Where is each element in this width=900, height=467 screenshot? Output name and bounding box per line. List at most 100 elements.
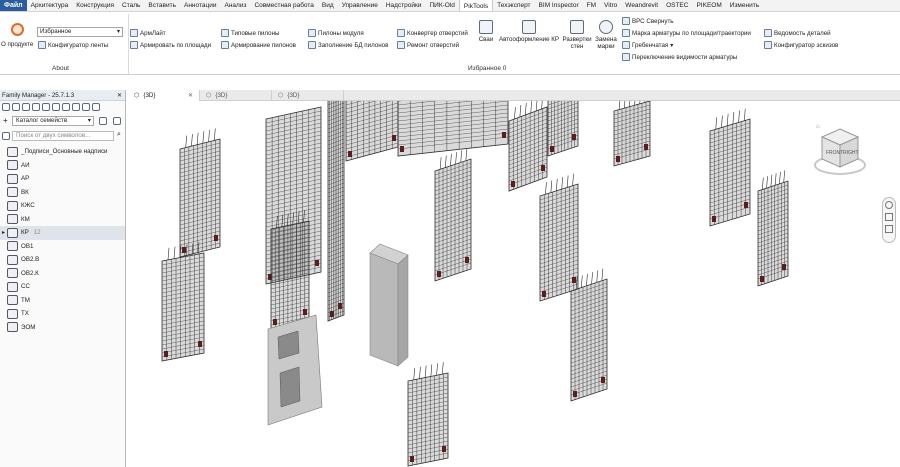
new-icon[interactable] — [2, 102, 10, 111]
fill-db-button[interactable]: Заполнение БД пилонов — [308, 41, 388, 49]
rebar-element — [550, 180, 553, 193]
list-item[interactable]: ОВ1 — [0, 240, 125, 254]
view-tab[interactable]: ⬡ {3D} — [272, 90, 344, 101]
rebar-element — [744, 202, 748, 208]
home-icon[interactable]: ⌂ — [816, 124, 820, 130]
parts-list-button[interactable]: Ведомость деталей — [764, 29, 831, 37]
edit-icon[interactable] — [99, 117, 107, 125]
toggle-visibility-button[interactable]: Переключение видимости арматуры — [622, 53, 737, 61]
piles-button[interactable]: Сваи — [476, 20, 496, 43]
search-input[interactable]: Поиск от двух символов... — [12, 131, 114, 141]
rebar-panel — [434, 148, 472, 282]
menu-tab-19[interactable]: Изменить — [726, 0, 763, 11]
menu-tab-4[interactable]: Аннотации — [180, 0, 221, 11]
menu-tab-9[interactable]: Надстройки — [382, 0, 426, 11]
replace-marks-button[interactable]: Замена марки — [593, 20, 619, 50]
menu-tab-17[interactable]: OSTEC — [662, 0, 692, 11]
armlight-button[interactable]: АрмЛайт — [130, 29, 166, 37]
rebar-element — [545, 182, 547, 195]
typical-pylons-button[interactable]: Типовые пилоны — [221, 29, 279, 37]
menu-tab-3[interactable]: Вставить — [144, 0, 180, 11]
menu-tab-6[interactable]: Совместная работа — [250, 0, 317, 11]
catalog-select[interactable]: Каталог семейств ▾ — [12, 116, 94, 126]
menu-tab-11[interactable]: PikTools — [458, 0, 494, 11]
list-item[interactable]: ЭОМ — [0, 321, 125, 335]
list-item[interactable]: КЖС — [0, 199, 125, 213]
repair-openings-button[interactable]: Ремонт отверстий — [397, 41, 459, 49]
comb-dropdown[interactable]: Гребенчатая ▾ — [622, 41, 673, 49]
refresh-icon[interactable] — [62, 102, 70, 111]
sketch-config-button[interactable]: Конфигуратор эскизов — [764, 41, 838, 49]
user-icon[interactable] — [42, 102, 50, 111]
sync-icon[interactable] — [52, 102, 60, 111]
menu-tab-15[interactable]: Vitro — [600, 0, 621, 11]
rebar-element — [618, 101, 621, 110]
menu-tab-13[interactable]: BIM Inspector — [535, 0, 583, 11]
list-item[interactable]: АИ — [0, 159, 125, 173]
vrs-collapse-button[interactable]: ВРС Свернуть — [622, 17, 674, 25]
menu-tab-16[interactable]: Weandrevit — [621, 0, 662, 11]
rebar-element — [530, 101, 533, 114]
list-item[interactable]: ТМ — [0, 294, 125, 308]
arm-pylons-button[interactable]: Армирование пилонов — [221, 41, 296, 49]
rebar-element — [167, 247, 170, 260]
menu-tab-2[interactable]: Сталь — [118, 0, 144, 11]
pan-icon[interactable] — [885, 225, 893, 233]
list-item[interactable]: ВК — [0, 186, 125, 200]
wheel-icon[interactable] — [885, 201, 893, 209]
list-item[interactable]: СС — [0, 280, 125, 294]
filter-icon[interactable] — [2, 132, 10, 140]
autoformat-button[interactable]: Автооформление КР — [497, 20, 561, 43]
menu-tab-14[interactable]: FM — [583, 0, 600, 11]
zoom-icon[interactable] — [885, 213, 893, 221]
close-icon[interactable]: ✕ — [188, 92, 193, 99]
unfold-walls-button[interactable]: Развертки стен — [562, 20, 592, 50]
load-icon[interactable] — [22, 102, 30, 111]
list-item[interactable]: ОВ2.В — [0, 253, 125, 267]
view-tab[interactable]: ⬡ {3D} — [200, 90, 272, 101]
pylons-module-button[interactable]: Пилоны модуля — [308, 29, 364, 37]
add-icon[interactable]: + — [3, 116, 8, 125]
navigation-bar[interactable] — [882, 197, 896, 243]
menu-tab-7[interactable]: Вид — [318, 0, 338, 11]
menu-tab-0[interactable]: Архитектура — [27, 0, 73, 11]
view-cube[interactable]: FRONT RIGHT ⌂ — [814, 123, 866, 183]
list-item[interactable]: ОВ2.К — [0, 267, 125, 281]
open-icon[interactable] — [12, 102, 20, 111]
help-icon[interactable] — [92, 102, 100, 111]
menu-tab-10[interactable]: ПИК-Old — [426, 0, 459, 11]
arm-area-button[interactable]: Армировать по площади — [130, 41, 211, 49]
settings-icon[interactable] — [82, 102, 90, 111]
list-item[interactable]: ▸ КР 12 — [0, 226, 125, 240]
rebar-element — [541, 165, 545, 171]
play-icon[interactable] — [72, 102, 80, 111]
list-item-label: АИ — [21, 161, 30, 169]
list-item[interactable]: КМ — [0, 213, 125, 227]
delete-icon[interactable] — [113, 117, 121, 125]
menu-tab-8[interactable]: Управление — [338, 0, 382, 11]
view-tab-label: {3D} — [215, 92, 228, 99]
search-icon[interactable]: ⌕ — [117, 131, 121, 139]
close-icon[interactable]: ✕ — [117, 92, 122, 99]
arm-mark-button[interactable]: Марка арматуры по площади/траектории — [622, 29, 751, 37]
config-ribbon-button[interactable]: Конфигуратор ленты — [38, 41, 108, 49]
converter-openings-button[interactable]: Конвертер отверстий — [397, 29, 468, 37]
rebar-element — [214, 235, 218, 241]
grid-icon[interactable] — [32, 102, 40, 111]
menu-tab-1[interactable]: Конструкция — [72, 0, 118, 11]
3d-viewport[interactable]: FRONT RIGHT ⌂ — [128, 101, 900, 467]
menu-tab-18[interactable]: PIKEOM — [692, 0, 725, 11]
list-item[interactable]: _Подписи_Основные надписи — [0, 145, 125, 159]
about-icon[interactable] — [11, 23, 24, 36]
rebar-element — [601, 377, 605, 383]
rebar-element — [761, 177, 764, 190]
list-item[interactable]: ТХ — [0, 307, 125, 321]
list-item[interactable]: АР — [0, 172, 125, 186]
expand-icon[interactable]: ▸ — [2, 229, 5, 236]
about-button[interactable]: О продукте — [1, 41, 33, 48]
favorites-select[interactable]: Избранное ▾ — [37, 27, 123, 37]
menu-tab-12[interactable]: Техэксперт — [493, 0, 534, 11]
file-tab[interactable]: Файл — [0, 0, 27, 11]
menu-tab-5[interactable]: Анализ — [220, 0, 250, 11]
view-tab[interactable]: ⬡ {3D} ✕ — [128, 90, 200, 101]
